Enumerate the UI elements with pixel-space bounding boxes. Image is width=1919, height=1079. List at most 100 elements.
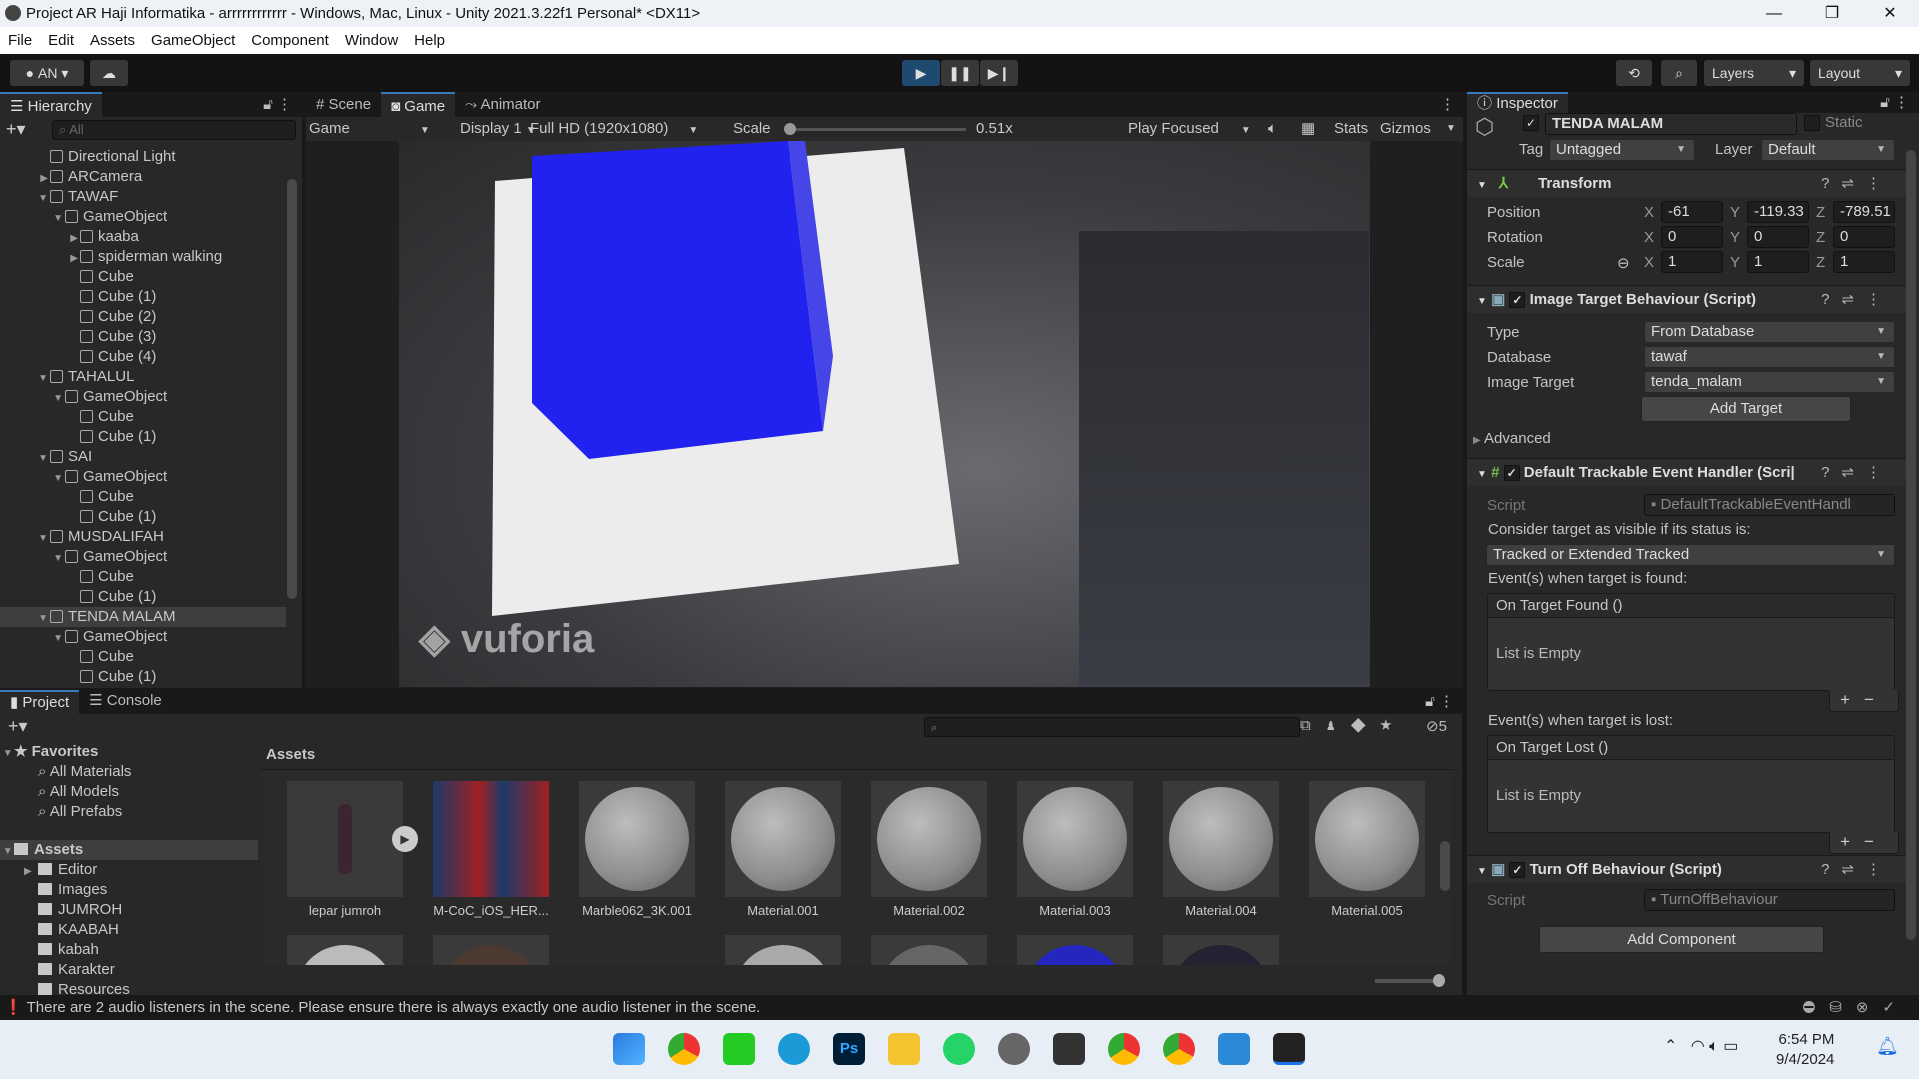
image-target-dropdown[interactable]: tenda_malam xyxy=(1644,371,1895,393)
close-button[interactable]: ✕ xyxy=(1861,0,1919,27)
lock-icon[interactable]: 🔓︎ ⋮ xyxy=(1425,692,1454,710)
step-button[interactable]: ▶❙ xyxy=(980,60,1018,86)
tab-project[interactable]: ▮ Project xyxy=(0,690,80,714)
scale-x-input[interactable]: 1 xyxy=(1661,251,1723,273)
active-checkbox[interactable]: ✓ xyxy=(1523,115,1539,131)
rotation-x-input[interactable]: 0 xyxy=(1661,226,1723,248)
menu-window[interactable]: Window xyxy=(337,32,406,49)
chrome-icon[interactable] xyxy=(668,1033,700,1065)
asset-item[interactable]: Material.002 xyxy=(871,781,987,918)
more-icon[interactable]: ⋮ xyxy=(1440,95,1455,113)
asset-item[interactable]: Material.005 xyxy=(1309,781,1425,918)
component-menu-icons[interactable]: ?⇌⋮ xyxy=(1821,856,1893,884)
status-dropdown[interactable]: Tracked or Extended Tracked xyxy=(1486,544,1895,566)
asset-item[interactable]: Marble062_3K.001 xyxy=(579,781,695,918)
hierarchy-item[interactable]: Cube xyxy=(0,267,286,287)
image-target-header[interactable]: ▼ ▣ ✓ Image Target Behaviour (Script) ?⇌⋮ xyxy=(1467,285,1907,313)
foldout-arrow[interactable]: ▼ xyxy=(0,189,50,209)
asset-item[interactable]: M-CoC_iOS_HER... xyxy=(433,781,549,918)
script-field[interactable]: ▪ DefaultTrackableEventHandl xyxy=(1644,494,1895,516)
component-enabled-checkbox[interactable]: ✓ xyxy=(1509,862,1526,879)
menu-gameobject[interactable]: GameObject xyxy=(143,32,243,49)
breadcrumb[interactable]: Assets xyxy=(260,740,1460,770)
hierarchy-item[interactable]: ▼ TENDA MALAM xyxy=(0,607,286,627)
foldout-arrow[interactable]: ▼ xyxy=(0,629,65,649)
component-menu-icons[interactable]: ?⇌⋮ xyxy=(1821,286,1893,314)
notification-bell-icon[interactable]: 🔔︎ xyxy=(1876,1036,1899,1057)
asset-item[interactable] xyxy=(1017,935,1133,965)
menu-edit[interactable]: Edit xyxy=(40,32,82,49)
hierarchy-item[interactable]: Cube (1) xyxy=(0,667,286,687)
account-dropdown[interactable]: ● AN ▾ xyxy=(10,60,84,86)
position-x-input[interactable]: -61 xyxy=(1661,201,1723,223)
status-icons[interactable]: ⛔︎⛁⊗✓ xyxy=(1803,995,1909,1020)
unity-hub-icon[interactable] xyxy=(1053,1033,1085,1065)
hierarchy-item[interactable]: ▼ GameObject xyxy=(0,207,286,227)
hierarchy-item[interactable]: Cube xyxy=(0,407,286,427)
asset-item[interactable] xyxy=(725,935,841,965)
file-explorer-icon[interactable] xyxy=(888,1033,920,1065)
database-dropdown[interactable]: tawaf xyxy=(1644,346,1895,368)
scale-slider-handle[interactable] xyxy=(784,123,796,135)
history-button[interactable]: ⟲ xyxy=(1616,60,1652,86)
hierarchy-scrollbar[interactable] xyxy=(287,147,299,682)
hierarchy-item[interactable]: ▼ GameObject xyxy=(0,547,286,567)
foldout-arrow[interactable]: ▼ xyxy=(0,609,50,629)
layout-dropdown[interactable]: Layout ▾ xyxy=(1810,60,1910,86)
foldout-arrow[interactable]: ▶ xyxy=(0,229,80,249)
asset-item[interactable]: Material.003 xyxy=(1017,781,1133,918)
hierarchy-item[interactable]: Cube (1) xyxy=(0,507,286,527)
constrain-proportions-icon[interactable]: ⊖ xyxy=(1617,254,1630,272)
play-focused-dropdown[interactable]: Play Focused ▼ xyxy=(1128,117,1251,143)
foldout-arrow[interactable]: ▼ xyxy=(0,209,65,229)
project-search-input[interactable]: ⌕ xyxy=(924,717,1300,737)
foldout-arrow[interactable]: ▶ xyxy=(0,169,50,189)
hierarchy-item[interactable]: Directional Light xyxy=(0,147,286,167)
edge-icon[interactable] xyxy=(778,1033,810,1065)
type-dropdown[interactable]: From Database xyxy=(1644,321,1895,343)
position-z-input[interactable]: -789.51 xyxy=(1833,201,1895,223)
hierarchy-item[interactable]: Cube (4) xyxy=(0,347,286,367)
scale-z-input[interactable]: 1 xyxy=(1833,251,1895,273)
hierarchy-item[interactable]: ▶ kaaba xyxy=(0,227,286,247)
create-button[interactable]: +▾ xyxy=(8,716,28,737)
event-handler-header[interactable]: ▼ # ✓ Default Trackable Event Handler (S… xyxy=(1467,458,1907,486)
project-folder[interactable]: Images xyxy=(24,880,258,900)
audio-icon[interactable]: 🔈︎ xyxy=(1268,117,1277,141)
project-folder[interactable]: JUMROH xyxy=(24,900,258,920)
tab-console[interactable]: ☰ Console xyxy=(79,690,172,714)
hierarchy-item[interactable]: ▼ GameObject xyxy=(0,387,286,407)
grid-icon[interactable]: ▦ xyxy=(1301,117,1315,141)
foldout-arrow[interactable]: ▶ xyxy=(0,249,80,269)
menu-component[interactable]: Component xyxy=(243,32,337,49)
asset-item[interactable] xyxy=(1163,935,1279,965)
tab-scene[interactable]: # Scene xyxy=(306,92,381,117)
search-button[interactable]: ⌕ xyxy=(1661,60,1697,86)
list-add-remove-buttons[interactable]: +− xyxy=(1829,832,1899,854)
asset-item[interactable] xyxy=(433,935,549,965)
hierarchy-item[interactable]: Cube xyxy=(0,567,286,587)
asset-item[interactable]: lepar jumroh xyxy=(287,781,403,918)
asset-item[interactable]: Material.004 xyxy=(1163,781,1279,918)
tab-animator[interactable]: ⤳ Animator xyxy=(455,92,550,117)
stats-button[interactable]: Stats xyxy=(1334,117,1368,141)
scale-slider[interactable] xyxy=(784,123,966,135)
favorite-all-prefabs[interactable]: ⌕ All Prefabs xyxy=(38,802,258,822)
game-viewport[interactable]: ◈ vuforia xyxy=(399,141,1370,687)
chrome-icon[interactable] xyxy=(1108,1033,1140,1065)
project-folder[interactable]: KAABAH xyxy=(24,920,258,940)
favorite-all-models[interactable]: ⌕ All Models xyxy=(38,782,258,802)
maximize-button[interactable]: ❐ xyxy=(1803,0,1861,27)
rotation-z-input[interactable]: 0 xyxy=(1833,226,1895,248)
project-folder[interactable]: ▶ Editor xyxy=(24,860,258,880)
component-menu-icons[interactable]: ?⇌⋮ xyxy=(1821,459,1893,487)
foldout-arrow[interactable]: ▼ xyxy=(0,449,50,469)
asset-item[interactable] xyxy=(287,935,403,965)
game-mode-dropdown[interactable]: Game ▼ xyxy=(309,117,430,143)
foldout-arrow[interactable]: ▼ xyxy=(0,549,65,569)
rotation-y-input[interactable]: 0 xyxy=(1747,226,1809,248)
add-target-button[interactable]: Add Target xyxy=(1641,396,1851,422)
hierarchy-item[interactable]: Cube xyxy=(0,487,286,507)
hierarchy-item[interactable]: ▼ GameObject xyxy=(0,627,286,647)
hierarchy-search-input[interactable]: ⌕ All xyxy=(52,120,296,140)
